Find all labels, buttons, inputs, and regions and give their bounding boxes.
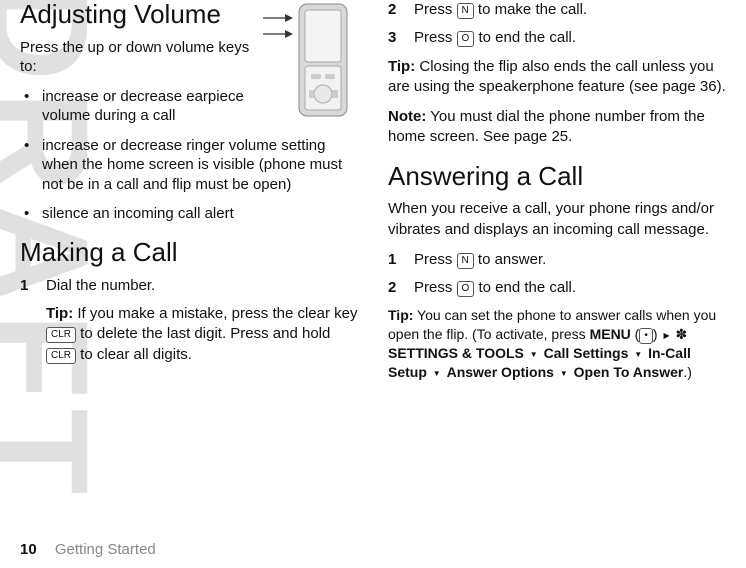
page-footer: 10 Getting Started xyxy=(20,541,156,558)
bullet-item: silence an incoming call alert xyxy=(42,204,358,224)
end-key-icon: O xyxy=(457,281,475,297)
making-call-tip: Tip: If you make a mistake, press the cl… xyxy=(20,304,358,365)
center-key-icon: • xyxy=(639,328,653,344)
menu-label: MENU xyxy=(590,326,631,342)
path-item: SETTINGS & TOOLS xyxy=(388,345,524,361)
tip-label: Tip: xyxy=(388,307,413,323)
step-text: Press xyxy=(414,279,457,296)
step-text: Press xyxy=(414,1,457,18)
right-column: 2 Press N to make the call. 3 Press O to… xyxy=(388,0,726,392)
paren: ) xyxy=(653,326,662,342)
note-label: Note: xyxy=(388,108,426,125)
step-text: to answer. xyxy=(474,251,547,268)
dial-note: Note: You must dial the phone number fro… xyxy=(388,107,726,148)
path-item: Answer Options xyxy=(447,364,554,380)
step-text: Press xyxy=(414,29,457,46)
clr-key-icon: CLR xyxy=(46,348,76,364)
tip-text: Closing the flip also ends the call unle… xyxy=(388,58,726,95)
open-flip-answer-tip: Tip: You can set the phone to answer cal… xyxy=(388,306,726,382)
making-call-steps-cont: 2 Press N to make the call. 3 Press O to… xyxy=(388,0,726,49)
step-text: Dial the number. xyxy=(46,277,155,294)
step-item: 2 Press O to end the call. xyxy=(414,278,726,298)
step-text: to end the call. xyxy=(474,279,576,296)
making-call-heading: Making a Call xyxy=(20,238,358,268)
tip-label: Tip: xyxy=(388,58,415,75)
step-item: 2 Press N to make the call. xyxy=(414,0,726,20)
step-number: 2 xyxy=(388,278,396,298)
left-column: Adjusting Volume Press the up or down vo… xyxy=(20,0,358,392)
step-text: Press xyxy=(414,251,457,268)
page-number: 10 xyxy=(20,541,37,558)
bullet-item: increase or decrease earpiece volume dur… xyxy=(42,87,358,126)
footer-section: Getting Started xyxy=(55,541,156,558)
answering-steps: 1 Press N to answer. 2 Press O to end th… xyxy=(388,250,726,299)
arrow-down-icon xyxy=(634,344,642,363)
arrow-down-icon xyxy=(560,363,568,382)
path-end: .) xyxy=(683,364,692,380)
step-text: to make the call. xyxy=(474,1,587,18)
step-text: to end the call. xyxy=(474,29,576,46)
tip-text: to clear all digits. xyxy=(76,346,192,363)
making-call-steps: 1 Dial the number. xyxy=(20,276,358,296)
step-item: 1 Press N to answer. xyxy=(414,250,726,270)
step-item: 1 Dial the number. xyxy=(46,276,358,296)
step-number: 3 xyxy=(388,28,396,48)
volume-bullets: increase or decrease earpiece volume dur… xyxy=(20,87,358,224)
flip-close-tip: Tip: Closing the flip also ends the call… xyxy=(388,57,726,98)
bullet-item: increase or decrease ringer volume setti… xyxy=(42,136,358,195)
arrow-down-icon xyxy=(433,363,441,382)
tip-label: Tip: xyxy=(46,305,73,322)
paren: ( xyxy=(631,326,640,342)
clr-key-icon: CLR xyxy=(46,327,76,343)
note-text: You must dial the phone number from the … xyxy=(388,108,705,145)
step-number: 1 xyxy=(388,250,396,270)
path-item: Open To Answer xyxy=(574,364,684,380)
step-item: 3 Press O to end the call. xyxy=(414,28,726,48)
tools-icon: ✽ xyxy=(675,326,687,342)
send-key-icon: N xyxy=(457,253,474,269)
step-number: 2 xyxy=(388,0,396,20)
arrow-right-icon xyxy=(663,325,669,344)
path-item: Call Settings xyxy=(544,345,629,361)
send-key-icon: N xyxy=(457,3,474,19)
step-number: 1 xyxy=(20,276,28,296)
page-content: Adjusting Volume Press the up or down vo… xyxy=(20,0,726,392)
answering-intro: When you receive a call, your phone ring… xyxy=(388,199,726,240)
answering-call-heading: Answering a Call xyxy=(388,162,726,192)
tip-text: If you make a mistake, press the clear k… xyxy=(73,305,357,322)
tip-text: to delete the last digit. Press and hold xyxy=(76,325,330,342)
arrow-down-icon xyxy=(530,344,538,363)
end-key-icon: O xyxy=(457,31,475,47)
